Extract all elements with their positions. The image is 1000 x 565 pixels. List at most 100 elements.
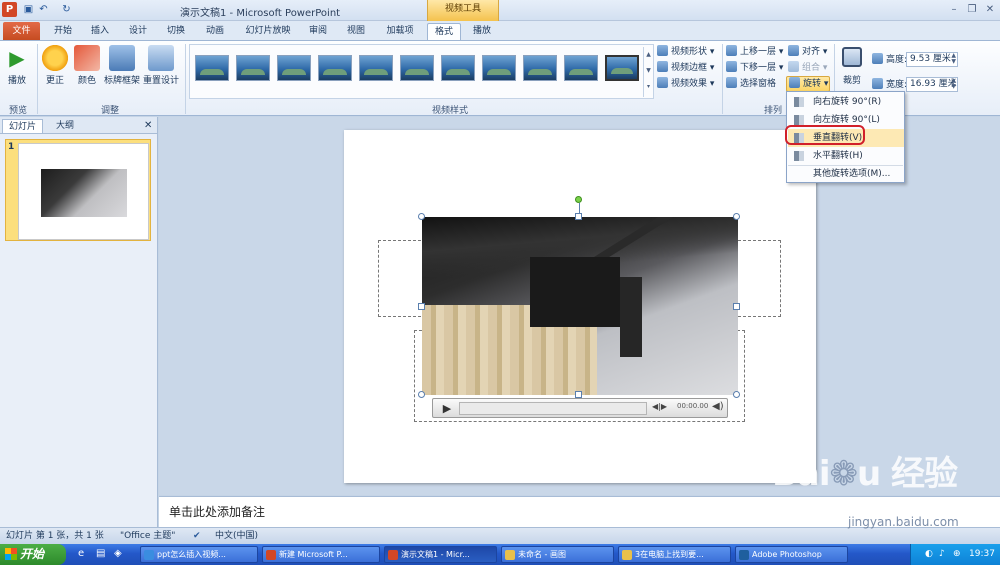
video-style-thumb[interactable]	[482, 55, 516, 81]
height-input[interactable]: 9.53 厘米 ▲ ▼	[906, 52, 958, 67]
tab-slides[interactable]: 幻灯片	[2, 119, 44, 133]
video-border-button[interactable]: 视频边框 ▾	[657, 61, 714, 75]
group-label-adjust: 调整	[100, 106, 119, 116]
rotate-left-icon	[794, 115, 804, 125]
group-label-video-styles: 视频样式	[431, 106, 468, 116]
width-icon	[872, 78, 883, 89]
group-button[interactable]: 组合 ▾	[788, 61, 827, 75]
video-style-thumb[interactable]	[564, 55, 598, 81]
send-backward-button[interactable]: 下移一层 ▾	[726, 61, 783, 75]
save-icon[interactable]: ▣	[22, 3, 35, 16]
bring-forward-icon	[726, 45, 737, 56]
video-style-thumb[interactable]	[441, 55, 475, 81]
border-icon	[657, 61, 668, 72]
menu-item-more-rotation[interactable]: 其他旋转选项(M)...	[788, 165, 904, 183]
width-input[interactable]: 16.93 厘米 ▲ ▼	[906, 77, 958, 92]
ribbon-tabs: 文件 开始 插入 设计 切换 动画 幻灯片放映 审阅 视图 加载项 格式 播放	[0, 21, 1000, 41]
play-button[interactable]: ▶ 播放	[3, 43, 31, 101]
tab-view[interactable]: 视图	[340, 23, 372, 41]
selection-pane-button[interactable]: 选择窗格	[726, 77, 776, 91]
slide-thumbnail-selected[interactable]: 1	[5, 139, 151, 241]
tab-playback[interactable]: 播放	[466, 23, 498, 41]
video-style-thumb[interactable]	[523, 55, 557, 81]
taskbar-item-active[interactable]: 演示文稿1 - Micr...	[384, 546, 497, 563]
tab-slideshow[interactable]: 幻灯片放映	[240, 23, 296, 41]
theme-name[interactable]: "Office 主题"	[120, 528, 175, 544]
clock[interactable]: 19:37	[969, 544, 995, 565]
powerpoint-icon	[388, 550, 398, 560]
slide-thumbnail[interactable]	[18, 143, 149, 240]
video-shape-button[interactable]: 视频形状 ▾	[657, 45, 714, 59]
tab-transitions[interactable]: 切换	[160, 23, 192, 41]
undo-icon[interactable]: ↶	[37, 3, 50, 16]
menu-item-rotate-right[interactable]: 向右旋转 90°(R)	[788, 93, 904, 111]
tab-animations[interactable]: 动画	[199, 23, 231, 41]
title-bar: P ▣ ↶ ↻ 演示文稿1 - Microsoft PowerPoint 视频工…	[0, 0, 1000, 21]
shape-icon	[657, 45, 668, 56]
group-label-preview: 预览	[8, 106, 27, 116]
bring-forward-button[interactable]: 上移一层 ▾	[726, 45, 783, 59]
tab-design[interactable]: 设计	[122, 23, 154, 41]
tab-review[interactable]: 审阅	[302, 23, 334, 41]
taskbar-item[interactable]: ppt怎么插入视频...	[140, 546, 258, 563]
menu-item-flip-horizontal[interactable]: 水平翻转(H)	[788, 147, 904, 165]
spinner-icon[interactable]: ▲ ▼	[951, 53, 956, 65]
reset-design-button[interactable]: 重置设计	[143, 43, 179, 101]
start-button[interactable]: 开始	[0, 544, 66, 565]
tray-icon[interactable]: ◐	[925, 544, 933, 565]
ie-icon[interactable]: e	[78, 548, 84, 559]
powerpoint-logo-icon[interactable]: P	[2, 2, 17, 17]
gallery-scroll-icon[interactable]: ▲ ▼ ▾	[643, 47, 653, 97]
tab-insert[interactable]: 插入	[84, 23, 116, 41]
taskbar-item[interactable]: 3在电脑上找到要...	[618, 546, 731, 563]
tab-file[interactable]: 文件	[3, 22, 40, 41]
taskbar-item[interactable]: 新建 Microsoft P...	[262, 546, 380, 563]
rotate-right-icon	[794, 97, 804, 107]
folder-icon	[622, 550, 632, 560]
color-button[interactable]: 颜色	[74, 43, 100, 101]
align-button[interactable]: 对齐 ▾	[788, 45, 827, 59]
align-icon	[788, 45, 799, 56]
tray-icon[interactable]: ♪	[939, 544, 945, 565]
redo-icon[interactable]: ↻	[60, 3, 73, 16]
play-icon: ▶	[9, 46, 25, 70]
tray-icon[interactable]: ⊕	[953, 544, 961, 565]
tab-home[interactable]: 开始	[47, 23, 79, 41]
spellcheck-icon[interactable]: ✔	[193, 528, 201, 544]
group-icon	[788, 61, 799, 72]
title-placeholder[interactable]	[378, 240, 781, 317]
tab-outline[interactable]: 大纲	[50, 119, 80, 133]
taskbar-item[interactable]: 未命名 - 画图	[501, 546, 614, 563]
video-style-thumb[interactable]	[605, 55, 639, 81]
tab-format[interactable]: 格式	[427, 23, 461, 41]
video-style-thumb[interactable]	[277, 55, 311, 81]
slide-info: 幻灯片 第 1 张，共 1 张	[6, 531, 104, 541]
flip-horizontal-icon	[794, 151, 804, 161]
close-icon[interactable]: ✕	[982, 2, 998, 17]
close-pane-icon[interactable]: ✕	[138, 119, 158, 133]
video-style-thumb[interactable]	[236, 55, 270, 81]
system-tray: ◐ ♪ ⊕ 19:37	[910, 544, 1000, 565]
restore-icon[interactable]: ❐	[964, 2, 980, 17]
corrections-button[interactable]: 更正	[42, 43, 68, 101]
spinner-icon[interactable]: ▲ ▼	[951, 78, 956, 90]
photoshop-icon	[739, 550, 749, 560]
minimize-icon[interactable]: –	[946, 2, 962, 17]
video-style-thumb[interactable]	[195, 55, 229, 81]
status-bar: 幻灯片 第 1 张，共 1 张 "Office 主题" ✔ 中文(中国)	[0, 527, 1000, 544]
video-style-thumb[interactable]	[400, 55, 434, 81]
video-effects-button[interactable]: 视频效果 ▾	[657, 77, 714, 91]
language[interactable]: 中文(中国)	[215, 528, 258, 544]
poster-frame-button[interactable]: 标牌框架	[104, 43, 140, 101]
powerpoint-icon	[266, 550, 276, 560]
video-style-thumb[interactable]	[318, 55, 352, 81]
desktop-icon[interactable]: ▤	[96, 548, 105, 559]
media-icon[interactable]: ◈	[114, 548, 122, 559]
taskbar-item[interactable]: Adobe Photoshop	[735, 546, 848, 563]
rotate-button[interactable]: 旋转 ▾	[786, 76, 830, 92]
subtitle-placeholder[interactable]	[414, 330, 745, 422]
height-label: 高度:	[872, 53, 907, 67]
tab-addins[interactable]: 加载项	[380, 23, 420, 41]
crop-icon	[842, 47, 862, 67]
video-style-thumb[interactable]	[359, 55, 393, 81]
